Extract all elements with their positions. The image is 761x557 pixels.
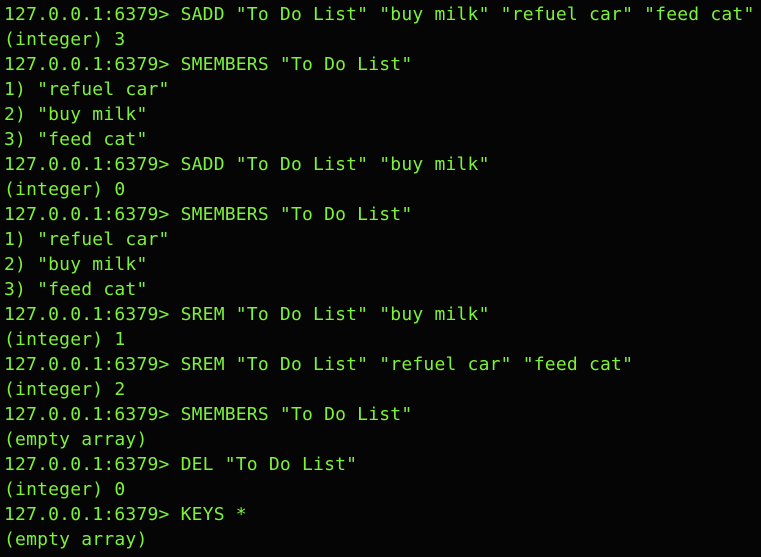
output-line: (integer) 3 xyxy=(4,29,126,50)
command-line: 127.0.0.1:6379> SMEMBERS "To Do List" xyxy=(4,204,413,225)
output-line: (integer) 2 xyxy=(4,379,126,400)
command-line: 127.0.0.1:6379> SADD "To Do List" "buy m… xyxy=(4,4,755,25)
output-line: 1) "refuel car" xyxy=(4,79,170,100)
output-line: 3) "feed cat" xyxy=(4,129,148,150)
command-line: 127.0.0.1:6379> SREM "To Do List" "buy m… xyxy=(4,304,490,325)
output-line: (integer) 1 xyxy=(4,329,126,350)
command-line: 127.0.0.1:6379> SADD "To Do List" "buy m… xyxy=(4,154,490,175)
output-line: 2) "buy milk" xyxy=(4,254,148,275)
output-line: 3) "feed cat" xyxy=(4,279,148,300)
output-line: (empty array) xyxy=(4,529,148,550)
output-line: (integer) 0 xyxy=(4,479,126,500)
command-line: 127.0.0.1:6379> DEL "To Do List" xyxy=(4,454,358,475)
command-line: 127.0.0.1:6379> SMEMBERS "To Do List" xyxy=(4,404,413,425)
output-line: 1) "refuel car" xyxy=(4,229,170,250)
output-line: 2) "buy milk" xyxy=(4,104,148,125)
output-line: (integer) 0 xyxy=(4,179,126,200)
command-line: 127.0.0.1:6379> SREM "To Do List" "refue… xyxy=(4,354,634,375)
command-line: 127.0.0.1:6379> KEYS * xyxy=(4,504,247,525)
command-line: 127.0.0.1:6379> SMEMBERS "To Do List" xyxy=(4,54,413,75)
terminal-window[interactable]: 127.0.0.1:6379> SADD "To Do List" "buy m… xyxy=(0,0,761,557)
output-line: (empty array) xyxy=(4,429,148,450)
